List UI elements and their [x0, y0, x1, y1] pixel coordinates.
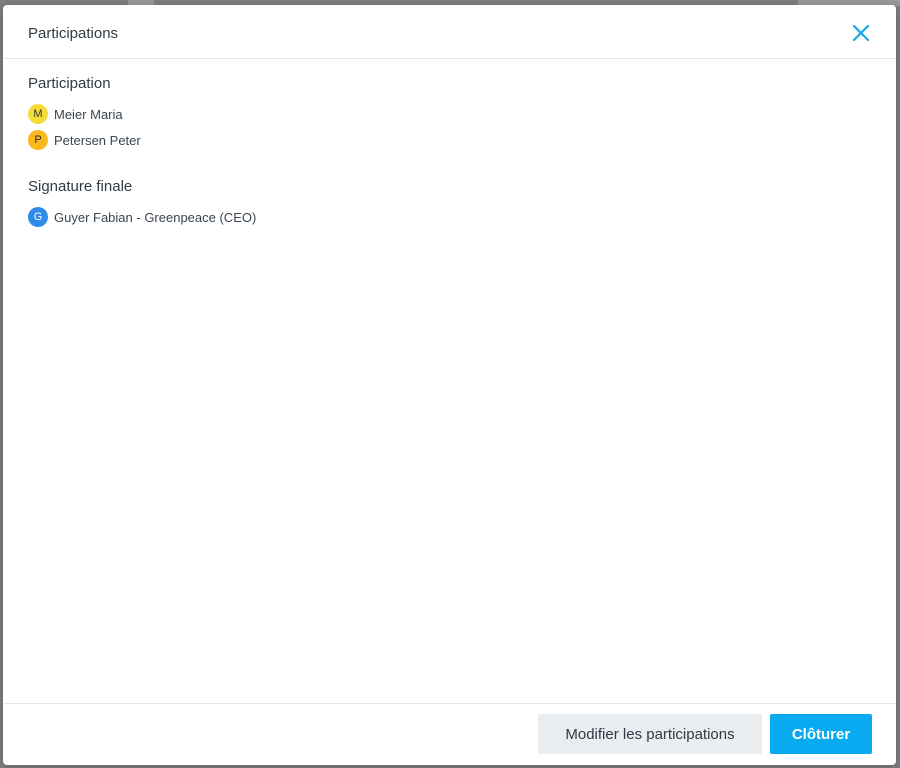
close-icon [852, 24, 870, 42]
close-submit-button[interactable]: Clôturer [770, 714, 872, 754]
dialog-title: Participations [28, 25, 119, 42]
close-button[interactable] [850, 22, 872, 44]
avatar: M [28, 104, 48, 124]
participant-name: Petersen Peter [54, 132, 141, 148]
participant-name: Meier Maria [54, 106, 123, 122]
signer-item: G Guyer Fabian - Greenpeace (CEO) [28, 206, 256, 228]
dialog-header: Participations [3, 5, 896, 59]
avatar: G [28, 207, 48, 227]
dialog-body: Participation M Meier Maria P Petersen P… [3, 59, 896, 704]
participant-item: P Petersen Peter [28, 129, 141, 151]
section-title-participation: Participation [28, 75, 111, 92]
signature-section: Signature finale G Guyer Fabian - Greenp… [28, 178, 256, 232]
section-title-signature: Signature finale [28, 178, 133, 195]
dialog-footer: Modifier les participations Clôturer [3, 703, 896, 765]
participant-item: M Meier Maria [28, 103, 141, 125]
modify-participations-button[interactable]: Modifier les participations [538, 714, 762, 754]
avatar: P [28, 130, 48, 150]
participations-dialog: Participations Participation M Meier Mar… [3, 5, 896, 765]
signer-name: Guyer Fabian - Greenpeace (CEO) [54, 209, 257, 225]
participation-section: Participation M Meier Maria P Petersen P… [28, 75, 141, 155]
